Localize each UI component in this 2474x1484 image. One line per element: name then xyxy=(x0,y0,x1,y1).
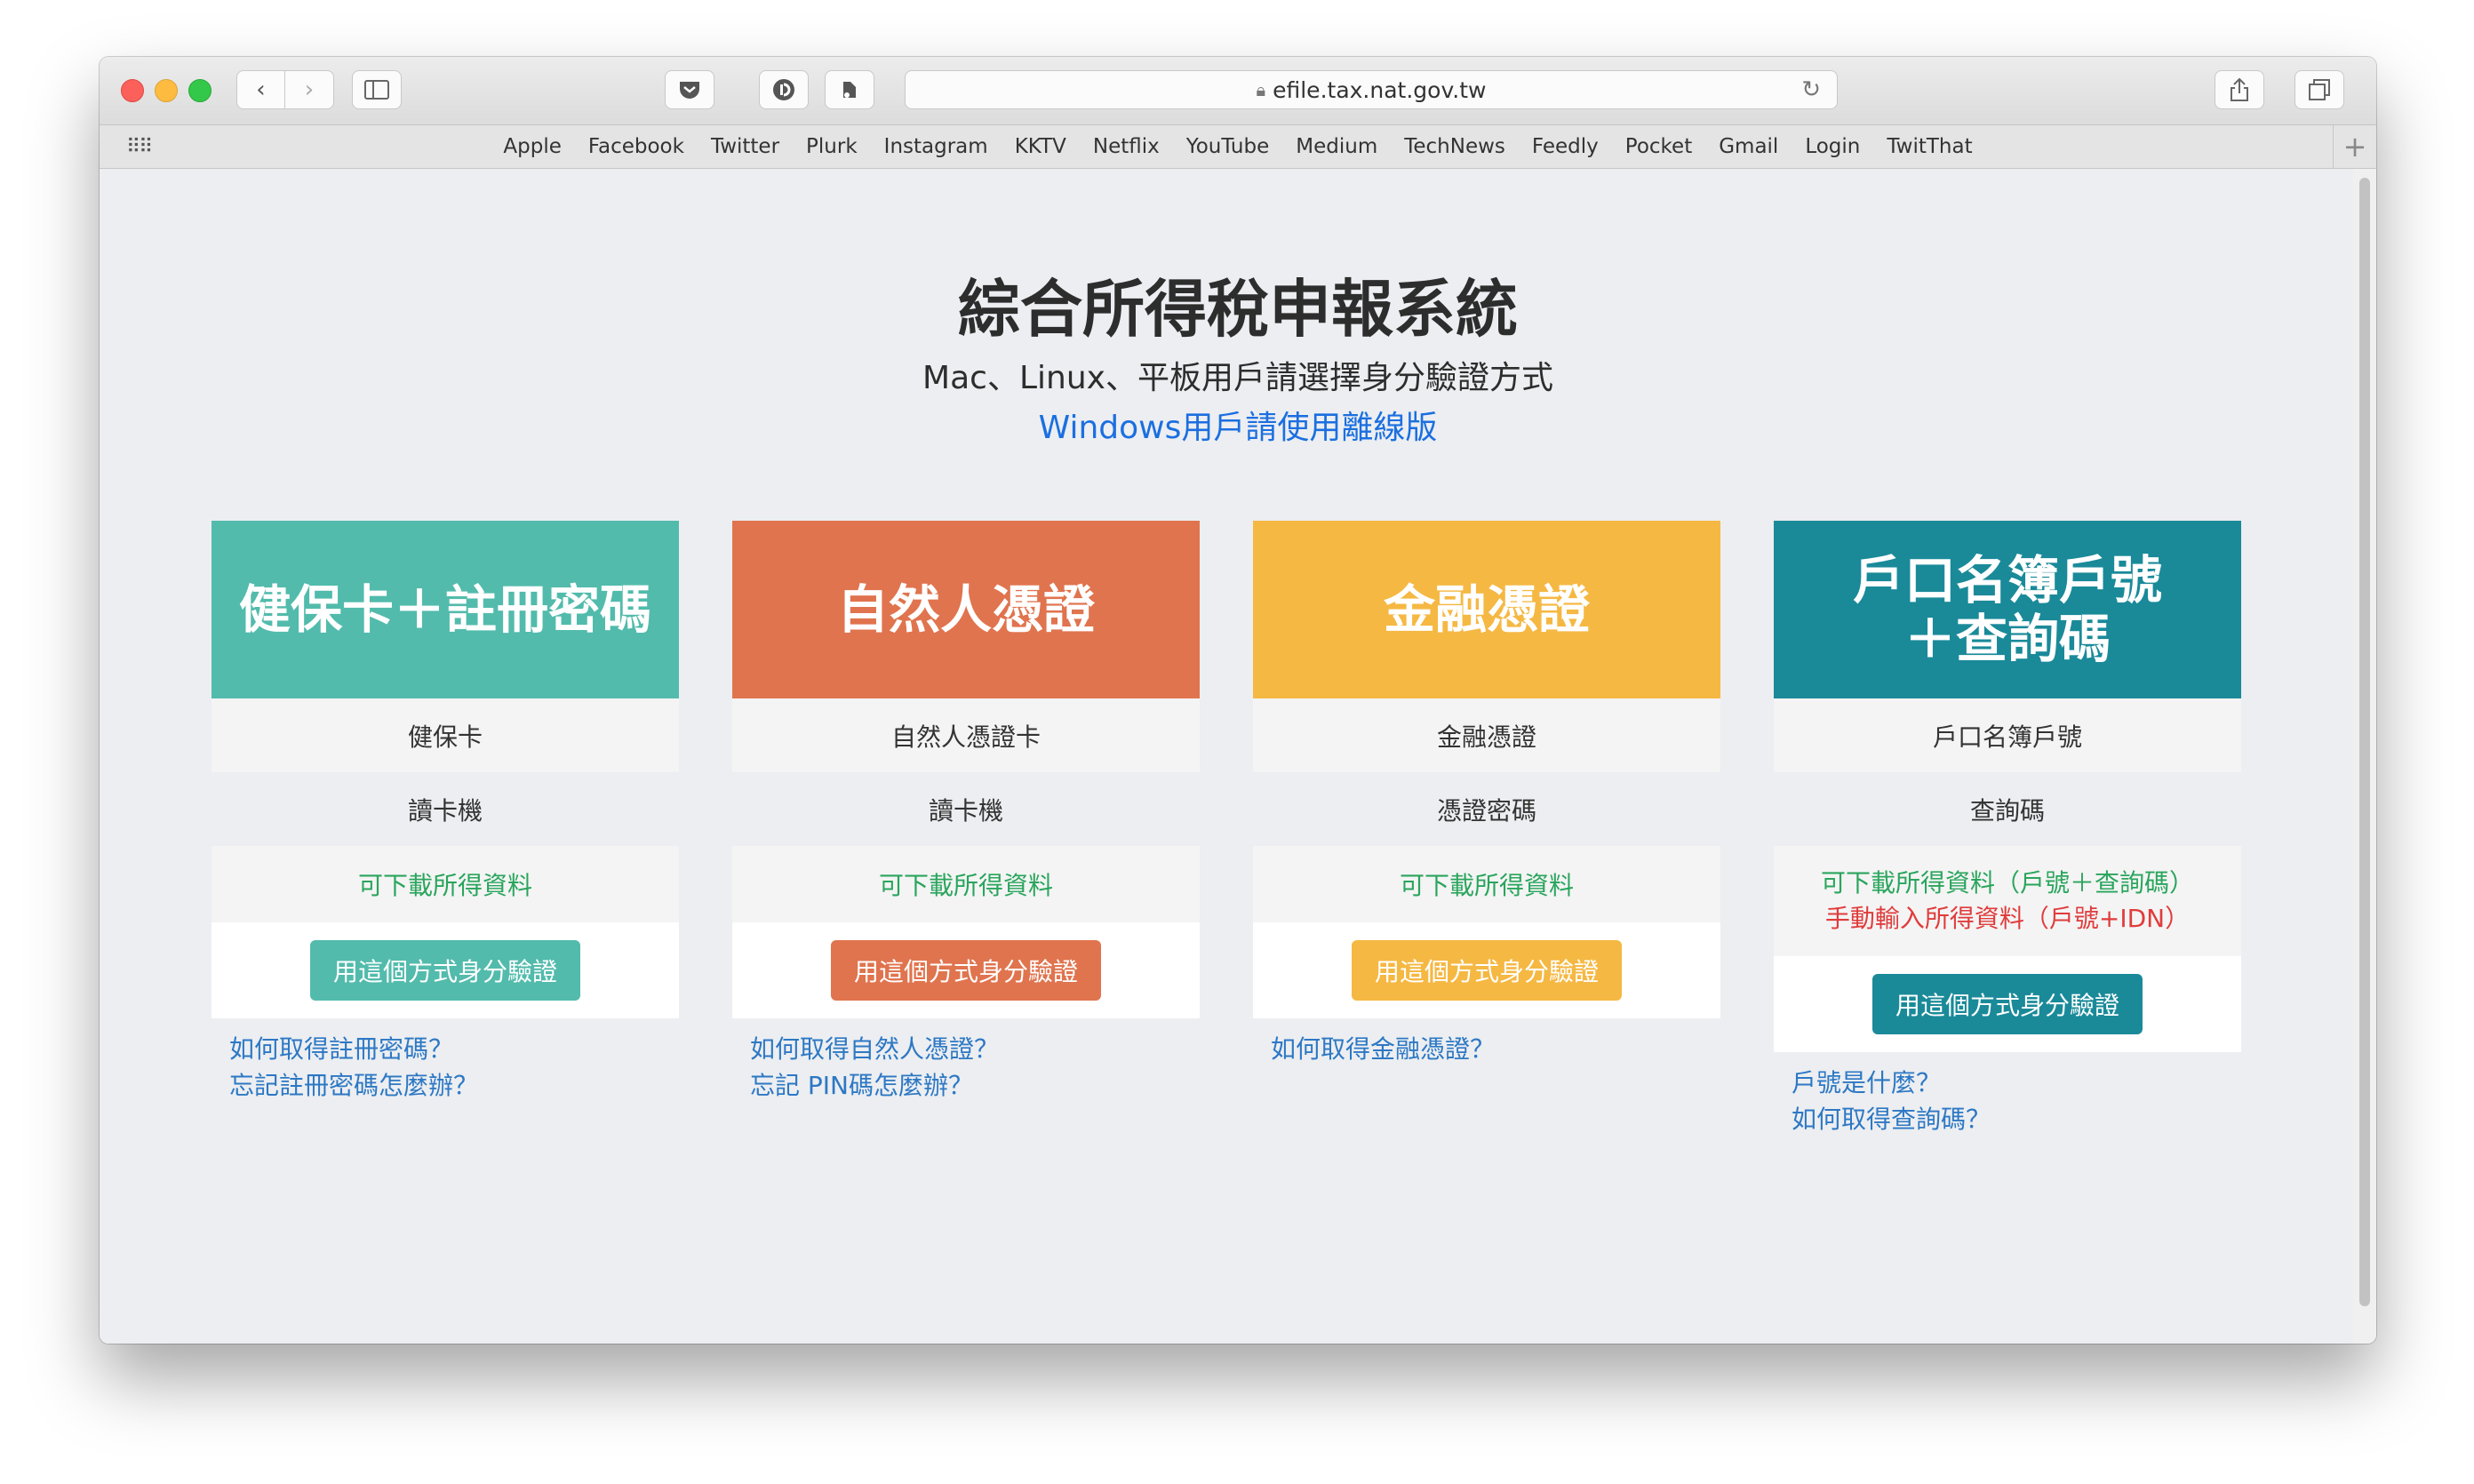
bookmark-item[interactable]: Feedly xyxy=(1532,135,1599,158)
help-link[interactable]: 戶號是什麼？ xyxy=(1792,1065,2241,1101)
back-button[interactable]: ‹ xyxy=(236,70,285,109)
bookmark-item[interactable]: Gmail xyxy=(1719,135,1778,158)
help-link[interactable]: 忘記註冊密碼怎麼辦？ xyxy=(229,1067,679,1104)
bookmark-item[interactable]: Instagram xyxy=(884,135,988,158)
card-financial-certificate: 金融憑證 金融憑證 憑證密碼 可下載所得資料 用這個方式身分驗證 如何取得金融憑… xyxy=(1253,521,1720,1067)
page-title: 綜合所得稅申報系統 xyxy=(958,273,1518,346)
button-row: 用這個方式身分驗證 xyxy=(1253,922,1720,1018)
manual-input-note: 手動輸入所得資料（戶號+IDN） xyxy=(1824,904,2191,933)
extension-circle-icon xyxy=(773,79,794,100)
bookmark-item[interactable]: Medium xyxy=(1296,135,1377,158)
download-note: 可下載所得資料 xyxy=(211,846,679,922)
help-links: 如何取得註冊密碼？ 忘記註冊密碼怎麼辦？ xyxy=(211,1018,679,1104)
help-link[interactable]: 如何取得查詢碼？ xyxy=(1792,1101,2241,1137)
download-note-line: 可下載所得資料（戶號＋查詢碼） xyxy=(1820,868,2194,898)
pocket-icon xyxy=(680,82,699,99)
minimize-window-button[interactable] xyxy=(155,79,178,102)
bookmark-item[interactable]: KKTV xyxy=(1015,135,1066,158)
share-icon xyxy=(2231,77,2248,101)
extension-button[interactable] xyxy=(759,70,809,109)
bookmark-item[interactable]: Login xyxy=(1805,135,1860,158)
evernote-extension-button[interactable] xyxy=(825,70,874,109)
help-link[interactable]: 如何取得自然人憑證？ xyxy=(750,1031,1200,1067)
card-header-line: ＋查詢碼 xyxy=(1903,609,2111,669)
card-nhi-card: 健保卡＋註冊密碼 健保卡 讀卡機 可下載所得資料 用這個方式身分驗證 如何取得註… xyxy=(211,521,679,1104)
new-tab-button[interactable]: + xyxy=(2333,125,2376,168)
browser-toolbar: ‹ › 🔒︎ efile.tax.nat.gov.tw ↻ xyxy=(100,57,2376,125)
bookmark-item[interactable]: Twitter xyxy=(711,135,779,158)
navigation-buttons: ‹ › xyxy=(236,70,334,109)
verify-button[interactable]: 用這個方式身分驗證 xyxy=(310,940,580,1001)
requirement-item: 健保卡 xyxy=(211,698,679,772)
url-text: efile.tax.nat.gov.tw xyxy=(1273,76,1487,103)
help-links: 如何取得自然人憑證？ 忘記 PIN碼怎麼辦？ xyxy=(732,1018,1200,1104)
help-links: 如何取得金融憑證？ xyxy=(1253,1018,1720,1067)
card-household-number: 戶口名簿戶號 ＋查詢碼 戶口名簿戶號 查詢碼 可下載所得資料（戶號＋查詢碼） 手… xyxy=(1774,521,2241,1137)
card-header[interactable]: 自然人憑證 xyxy=(732,521,1200,698)
bookmark-item[interactable]: Pocket xyxy=(1625,135,1692,158)
help-link[interactable]: 忘記 PIN碼怎麼辦？ xyxy=(750,1067,1200,1104)
bookmark-item[interactable]: Apple xyxy=(503,135,561,158)
download-note: 可下載所得資料 xyxy=(732,846,1200,922)
bookmark-item[interactable]: Netflix xyxy=(1093,135,1160,158)
bookmark-item[interactable]: TwitThat xyxy=(1887,135,1972,158)
help-link[interactable]: 如何取得金融憑證？ xyxy=(1271,1031,1720,1067)
tabs-icon xyxy=(2309,79,2330,100)
bookmarks-bar: ⠿⠿ Apple Facebook Twitter Plurk Instagram KKT… xyxy=(100,125,2376,169)
button-row: 用這個方式身分驗證 xyxy=(732,922,1200,1018)
requirement-item: 讀卡機 xyxy=(928,795,1003,826)
tabs-overview-button[interactable] xyxy=(2294,70,2344,109)
help-links: 戶號是什麼？ 如何取得查詢碼？ xyxy=(1774,1052,2241,1137)
evernote-icon xyxy=(843,82,856,98)
close-window-button[interactable] xyxy=(121,79,144,102)
help-link[interactable]: 如何取得註冊密碼？ xyxy=(229,1031,679,1067)
requirement-item: 查詢碼 xyxy=(1969,795,2045,826)
sidebar-button[interactable] xyxy=(352,70,402,109)
reload-icon[interactable]: ↻ xyxy=(1801,76,1821,103)
share-button[interactable] xyxy=(2215,70,2264,109)
download-note: 可下載所得資料 xyxy=(1253,846,1720,922)
button-row: 用這個方式身分驗證 xyxy=(211,922,679,1018)
verify-button[interactable]: 用這個方式身分驗證 xyxy=(1872,974,2143,1034)
card-header[interactable]: 健保卡＋註冊密碼 xyxy=(211,521,679,698)
download-note: 可下載所得資料（戶號＋查詢碼） 手動輸入所得資料（戶號+IDN） xyxy=(1774,846,2241,956)
zoom-window-button[interactable] xyxy=(188,79,211,102)
card-citizen-certificate: 自然人憑證 自然人憑證卡 讀卡機 可下載所得資料 用這個方式身分驗證 如何取得自… xyxy=(732,521,1200,1104)
requirement-item: 憑證密碼 xyxy=(1436,795,1536,826)
bookmark-item[interactable]: Facebook xyxy=(588,135,684,158)
card-header[interactable]: 戶口名簿戶號 ＋查詢碼 xyxy=(1774,521,2241,698)
bookmark-item[interactable]: YouTube xyxy=(1186,135,1270,158)
chevron-left-icon: ‹ xyxy=(256,76,266,103)
plus-icon: + xyxy=(2342,130,2367,164)
requirement-item: 讀卡機 xyxy=(407,795,483,826)
windows-offline-link[interactable]: Windows用戶請使用離線版 xyxy=(100,402,2376,448)
address-bar[interactable]: 🔒︎ efile.tax.nat.gov.tw ↻ xyxy=(905,70,1838,109)
button-row: 用這個方式身分驗證 xyxy=(1774,956,2241,1052)
verify-button[interactable]: 用這個方式身分驗證 xyxy=(1352,940,1622,1001)
browser-window: ‹ › 🔒︎ efile.tax.nat.gov.tw ↻ ⠿⠿ AppleF xyxy=(100,57,2376,1344)
verify-button[interactable]: 用這個方式身分驗證 xyxy=(831,940,1101,1001)
card-header[interactable]: 金融憑證 xyxy=(1253,521,1720,698)
page-subtitle: Mac、Linux、平板用戶請選擇身分驗證方式 xyxy=(922,360,1553,396)
bookmark-item[interactable]: Plurk xyxy=(806,135,858,158)
requirement-item: 戶口名簿戶號 xyxy=(1774,698,2241,772)
pocket-extension-button[interactable] xyxy=(665,70,714,109)
lock-icon: 🔒︎ xyxy=(1256,79,1266,100)
card-header-line: 戶口名簿戶號 xyxy=(1852,550,2162,610)
forward-button[interactable]: › xyxy=(285,70,334,109)
bookmark-list: Apple Facebook Twitter Plurk Instagram KKTV Ne… xyxy=(100,125,2376,168)
bookmark-item[interactable]: TechNews xyxy=(1404,135,1505,158)
chevron-right-icon: › xyxy=(304,76,315,103)
sidebar-icon xyxy=(364,80,389,100)
requirement-item: 金融憑證 xyxy=(1253,698,1720,772)
requirement-item: 自然人憑證卡 xyxy=(732,698,1200,772)
